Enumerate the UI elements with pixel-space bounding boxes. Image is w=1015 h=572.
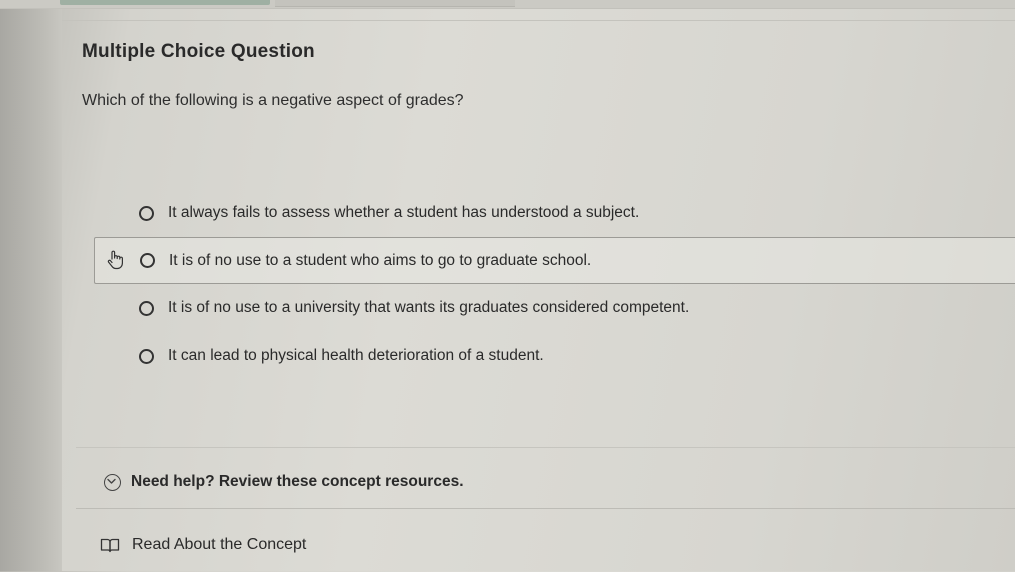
radio-button[interactable] — [139, 348, 154, 364]
radio-button[interactable] — [139, 205, 154, 221]
book-icon — [100, 538, 120, 553]
answer-options: It always fails to assess whether a stud… — [94, 189, 1015, 380]
question-type-title: Multiple Choice Question — [82, 41, 315, 62]
top-tab-secondary — [275, 0, 515, 7]
answer-option-1[interactable]: It always fails to assess whether a stud… — [94, 189, 1015, 237]
answer-option-label: It is of no use to a student who aims to… — [169, 251, 592, 269]
chevron-down-circle-icon — [104, 473, 121, 491]
resource-label: Read About the Concept — [132, 536, 307, 553]
radio-button[interactable] — [140, 253, 155, 268]
answer-option-label: It can lead to physical health deteriora… — [168, 347, 544, 364]
help-divider — [76, 447, 1015, 448]
left-margin — [0, 0, 62, 571]
help-label: Need help? Review these concept resource… — [131, 473, 464, 490]
answer-option-4[interactable]: It can lead to physical health deteriora… — [94, 332, 1015, 380]
answer-option-3[interactable]: It is of no use to a university that wan… — [94, 284, 1015, 332]
top-bar — [0, 0, 1015, 9]
question-panel: Multiple Choice Question Which of the fo… — [62, 21, 1015, 571]
concept-resources: Read About the Concept — [76, 508, 1015, 572]
hand-pointer-icon — [107, 250, 123, 270]
answer-option-label: It always fails to assess whether a stud… — [168, 204, 640, 221]
radio-button[interactable] — [139, 300, 154, 316]
question-prompt: Which of the following is a negative asp… — [82, 92, 464, 109]
help-toggle[interactable]: Need help? Review these concept resource… — [104, 471, 464, 493]
answer-option-label: It is of no use to a university that wan… — [168, 299, 690, 316]
read-about-concept-link[interactable]: Read About the Concept — [100, 536, 306, 554]
answer-option-2[interactable]: It is of no use to a student who aims to… — [94, 237, 1015, 284]
top-progress-tab — [60, 0, 270, 5]
